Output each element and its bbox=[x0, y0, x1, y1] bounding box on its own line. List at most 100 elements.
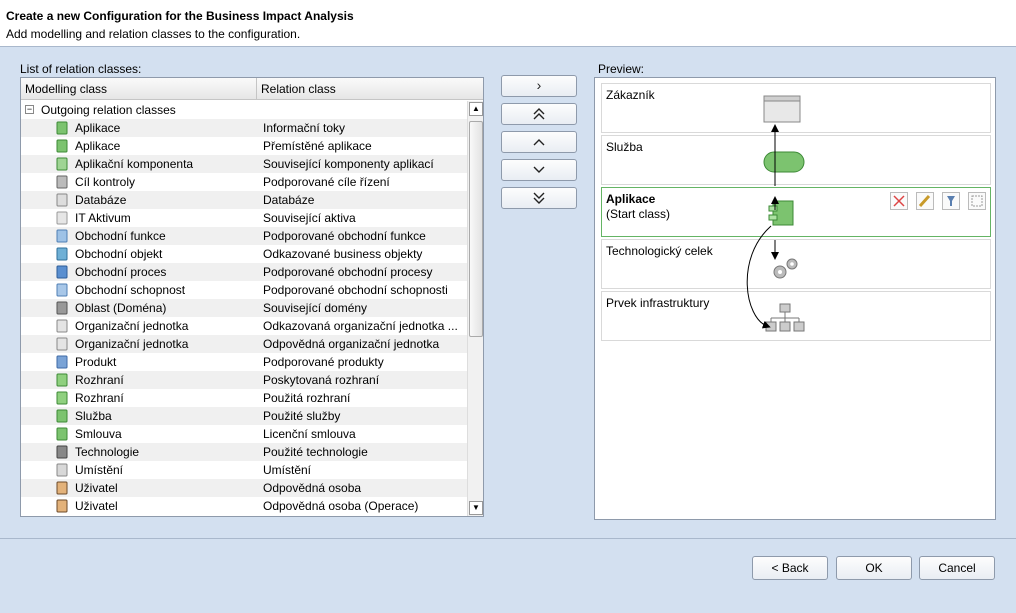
table-row[interactable]: Organizační jednotka Odkazovaná organizač… bbox=[21, 317, 467, 335]
modelling-class-cell: Umístění bbox=[75, 463, 124, 477]
relation-class-cell: Použité služby bbox=[263, 409, 341, 423]
dialog-subtitle: Add modelling and relation classes to th… bbox=[6, 27, 301, 41]
vertical-scrollbar[interactable]: ▲ ▼ bbox=[467, 101, 483, 516]
table-row[interactable]: Produkt Podporované produkty bbox=[21, 353, 467, 371]
ok-button[interactable]: OK bbox=[836, 556, 912, 580]
list-label: List of relation classes: bbox=[20, 62, 142, 76]
column-relation-class[interactable]: Relation class bbox=[261, 82, 336, 96]
table-row[interactable]: Služba Použité služby bbox=[21, 407, 467, 425]
preview-node-title: Zákazník bbox=[606, 88, 655, 102]
modelling-class-cell: Technologie bbox=[75, 445, 140, 459]
table-row[interactable]: Aplikace Informační toky bbox=[21, 119, 467, 137]
table-row[interactable]: Obchodní objekt Odkazované business objek… bbox=[21, 245, 467, 263]
scroll-down-icon[interactable]: ▼ bbox=[469, 501, 483, 515]
business-object-icon bbox=[55, 247, 69, 261]
table-row[interactable]: Obchodní schopnost Podporované obchodní s… bbox=[21, 281, 467, 299]
relation-class-cell: Umístění bbox=[263, 463, 312, 477]
modelling-class-cell: Uživatel bbox=[75, 499, 118, 513]
modelling-class-cell: Oblast (Doména) bbox=[75, 301, 167, 315]
modelling-class-cell: Obchodní schopnost bbox=[75, 283, 186, 297]
relation-class-cell: Podporované obchodní funkce bbox=[263, 229, 426, 243]
table-row[interactable]: Organizační jednotka Odpovědná organizačn… bbox=[21, 335, 467, 353]
list-header: Modelling class Relation class bbox=[21, 78, 483, 100]
app-component-icon bbox=[55, 157, 69, 171]
table-row[interactable]: Smlouva Licenční smlouva bbox=[21, 425, 467, 443]
edit-icon[interactable] bbox=[916, 192, 934, 210]
dialog-header: Create a new Configuration for the Busin… bbox=[0, 0, 1016, 47]
business-function-icon bbox=[55, 229, 69, 243]
footer-divider bbox=[0, 538, 1016, 539]
modelling-class-cell: Obchodní funkce bbox=[75, 229, 166, 243]
technology-icon bbox=[55, 445, 69, 459]
collapse-toggle-icon[interactable]: − bbox=[25, 105, 34, 114]
modelling-class-cell: Aplikace bbox=[75, 121, 121, 135]
table-row[interactable]: Oblast (Doména) Související domény bbox=[21, 299, 467, 317]
cancel-button[interactable]: Cancel bbox=[919, 556, 995, 580]
scroll-thumb[interactable] bbox=[469, 121, 483, 337]
table-row[interactable]: Uživatel Odpovědná osoba bbox=[21, 479, 467, 497]
relation-class-cell: Databáze bbox=[263, 193, 315, 207]
table-row[interactable]: IT Aktivum Související aktiva bbox=[21, 209, 467, 227]
location-icon bbox=[55, 463, 69, 477]
modelling-class-cell: Organizační jednotka bbox=[75, 337, 189, 351]
modelling-class-cell: Aplikační komponenta bbox=[75, 157, 194, 171]
chevron-down-icon bbox=[533, 166, 545, 173]
move-down-button[interactable] bbox=[501, 159, 577, 181]
chevron-up-icon bbox=[533, 139, 545, 146]
relation-class-cell: Podporované obchodní procesy bbox=[263, 265, 433, 279]
table-row[interactable]: Cíl kontroly Podporované cíle řízení bbox=[21, 173, 467, 191]
relation-class-cell: Poskytovaná rozhraní bbox=[263, 373, 380, 387]
dialog-title: Create a new Configuration for the Busin… bbox=[6, 9, 354, 23]
column-separator[interactable] bbox=[256, 78, 257, 100]
filter-icon[interactable] bbox=[942, 192, 960, 210]
org-unit-icon bbox=[55, 337, 69, 351]
list-rows: − Outgoing relation classes Aplikace Info… bbox=[21, 101, 467, 515]
relation-class-cell: Odkazovaná organizační jednotka ... bbox=[263, 319, 458, 333]
business-capability-icon bbox=[55, 283, 69, 297]
modelling-class-cell: Uživatel bbox=[75, 481, 118, 495]
move-top-button[interactable] bbox=[501, 103, 577, 125]
preview-panel: Zákazník Služba Aplikace (Start class) T… bbox=[594, 77, 996, 520]
scroll-up-icon[interactable]: ▲ bbox=[469, 102, 483, 116]
modelling-class-cell: Organizační jednotka bbox=[75, 319, 189, 333]
table-row[interactable]: Obchodní proces Podporované obchodní proc… bbox=[21, 263, 467, 281]
table-row[interactable]: Aplikační komponenta Související komponen… bbox=[21, 155, 467, 173]
group-row[interactable]: − Outgoing relation classes bbox=[21, 101, 467, 119]
preview-node-subtitle: (Start class) bbox=[606, 207, 671, 221]
preview-node-title: Služba bbox=[606, 140, 643, 154]
relation-class-cell: Informační toky bbox=[263, 121, 346, 135]
column-modelling-class[interactable]: Modelling class bbox=[25, 82, 107, 96]
modelling-class-cell: Smlouva bbox=[75, 427, 122, 441]
move-up-button[interactable] bbox=[501, 131, 577, 153]
modelling-class-cell: Obchodní proces bbox=[75, 265, 167, 279]
delete-icon[interactable] bbox=[890, 192, 908, 210]
add-button[interactable]: › bbox=[501, 75, 577, 97]
modelling-class-cell: Obchodní objekt bbox=[75, 247, 163, 261]
application-icon bbox=[55, 121, 69, 135]
group-label: Outgoing relation classes bbox=[41, 103, 176, 117]
double-chevron-up-icon bbox=[533, 108, 545, 120]
service-icon bbox=[55, 409, 69, 423]
select-icon[interactable] bbox=[968, 192, 986, 210]
table-row[interactable]: Obchodní funkce Podporované obchodní funk… bbox=[21, 227, 467, 245]
relation-class-list[interactable]: Modelling class Relation class − Outgoin… bbox=[20, 77, 484, 517]
relation-class-cell: Přemístěné aplikace bbox=[263, 139, 372, 153]
table-row[interactable]: Uživatel Odpovědná osoba (Operace) bbox=[21, 497, 467, 515]
back-button[interactable]: < Back bbox=[752, 556, 828, 580]
table-row[interactable]: Rozhraní Použitá rozhraní bbox=[21, 389, 467, 407]
relation-class-cell: Odpovědná osoba (Operace) bbox=[263, 499, 419, 513]
move-bottom-button[interactable] bbox=[501, 187, 577, 209]
relation-arrows bbox=[746, 124, 779, 329]
table-row[interactable]: Rozhraní Poskytovaná rozhraní bbox=[21, 371, 467, 389]
table-row[interactable]: Aplikace Přemístěné aplikace bbox=[21, 137, 467, 155]
modelling-class-cell: Databáze bbox=[75, 193, 127, 207]
table-row[interactable]: Technologie Použité technologie bbox=[21, 443, 467, 461]
modelling-class-cell: IT Aktivum bbox=[75, 211, 131, 225]
relation-class-cell: Podporované obchodní schopnosti bbox=[263, 283, 448, 297]
relation-class-cell: Odpovědná organizační jednotka bbox=[263, 337, 440, 351]
table-row[interactable]: Databáze Databáze bbox=[21, 191, 467, 209]
product-icon bbox=[55, 355, 69, 369]
user-icon bbox=[55, 499, 69, 513]
table-row[interactable]: Umístění Umístění bbox=[21, 461, 467, 479]
org-unit-icon bbox=[55, 319, 69, 333]
